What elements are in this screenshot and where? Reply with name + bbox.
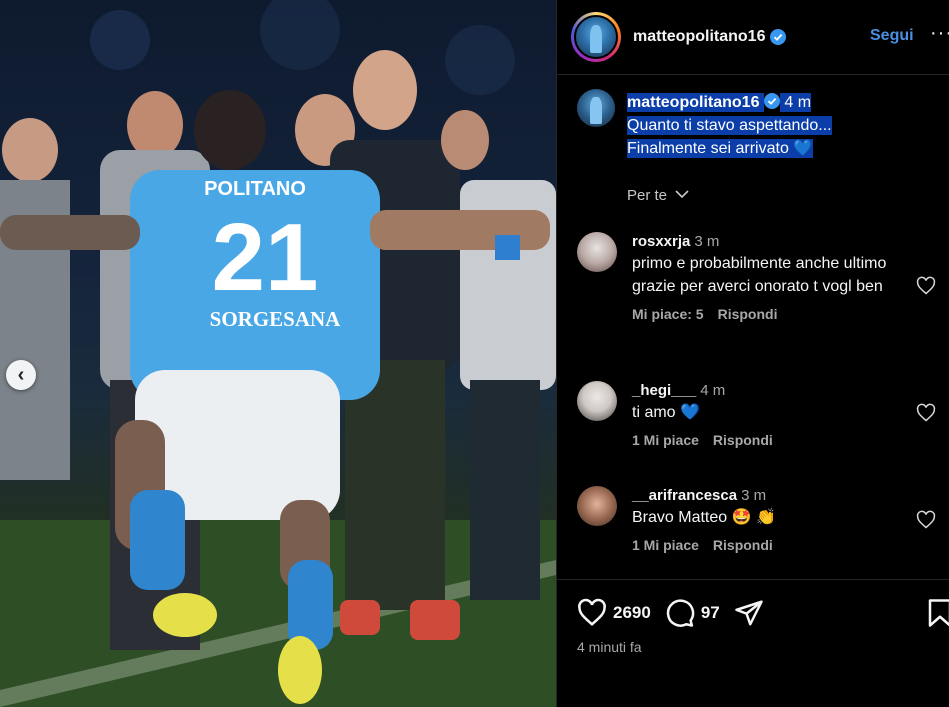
- actions-divider: [557, 579, 949, 580]
- jersey-number: 21: [212, 204, 319, 311]
- verified-icon: [770, 29, 787, 45]
- comment-avatar[interactable]: [577, 486, 617, 526]
- comment-avatar[interactable]: [577, 381, 617, 421]
- reply-button[interactable]: Rispondi: [713, 432, 773, 448]
- author-avatar[interactable]: [571, 12, 621, 62]
- bookmark-icon[interactable]: [927, 598, 949, 628]
- caption-username[interactable]: matteopolitano16: [627, 93, 760, 112]
- comment-time: 4 m: [700, 382, 726, 399]
- caption-time: 4 m: [784, 93, 812, 112]
- more-options-icon[interactable]: ···: [930, 22, 949, 45]
- like-heart-icon[interactable]: [577, 598, 607, 628]
- comments-filter-label: Per te: [627, 187, 668, 204]
- jersey-name: POLITANO: [204, 178, 306, 200]
- chevron-down-icon: [675, 190, 689, 199]
- post-photo: POLITANO 21 SORGESANA ‹: [0, 0, 556, 707]
- comment-text: primo e probabilmente anche ultimo grazi…: [632, 255, 887, 295]
- comments-count[interactable]: 97: [701, 603, 720, 623]
- comment-text: ti amo 💙: [632, 404, 700, 421]
- caption-line-2: Finalmente sei arrivato: [627, 139, 789, 158]
- comment-likes[interactable]: 1 Mi piace: [632, 432, 699, 448]
- comment-icon[interactable]: [665, 598, 695, 628]
- comments-filter-dropdown[interactable]: Per te: [627, 187, 689, 204]
- caption-avatar[interactable]: [577, 89, 615, 127]
- comment-username[interactable]: rosxxrja: [632, 233, 690, 250]
- heart-icon[interactable]: [916, 403, 936, 423]
- reply-button[interactable]: Rispondi: [713, 537, 773, 553]
- comment-likes[interactable]: 1 Mi piace: [632, 537, 699, 553]
- comment-time: 3 m: [741, 487, 767, 504]
- reply-button[interactable]: Rispondi: [718, 306, 778, 322]
- verified-icon: [763, 93, 780, 109]
- chevron-left-icon: ‹: [17, 363, 25, 386]
- comment-avatar[interactable]: [577, 232, 617, 272]
- previous-photo-button[interactable]: ‹: [6, 360, 36, 390]
- post-header: matteopolitano16 Segui ···: [557, 0, 949, 75]
- comment-username[interactable]: __arifrancesca: [632, 487, 737, 504]
- author-username[interactable]: matteopolitano16: [633, 28, 765, 46]
- heart-icon[interactable]: [916, 510, 936, 530]
- post-photo-image: POLITANO 21 SORGESANA: [0, 0, 556, 707]
- follow-button[interactable]: Segui: [870, 27, 914, 45]
- blue-heart-emoji: 💙: [793, 139, 814, 158]
- post-actions-bar: 2690 97: [577, 598, 764, 628]
- post-time-ago: 4 minuti fa: [577, 639, 642, 655]
- post-side-panel: matteopolitano16 Segui ··· matteopolitan…: [556, 0, 949, 707]
- comment-time: 3 m: [694, 233, 720, 250]
- share-icon[interactable]: [734, 598, 764, 628]
- comment-likes[interactable]: Mi piace: 5: [632, 306, 704, 322]
- comment-text: Bravo Matteo 🤩 👏: [632, 509, 776, 526]
- likes-count[interactable]: 2690: [613, 603, 651, 623]
- heart-icon[interactable]: [916, 276, 936, 296]
- comment-username[interactable]: _hegi___: [632, 382, 696, 399]
- caption-line-1: Quanto ti stavo aspettando...: [627, 116, 832, 135]
- jersey-sponsor: SORGESANA: [210, 307, 342, 331]
